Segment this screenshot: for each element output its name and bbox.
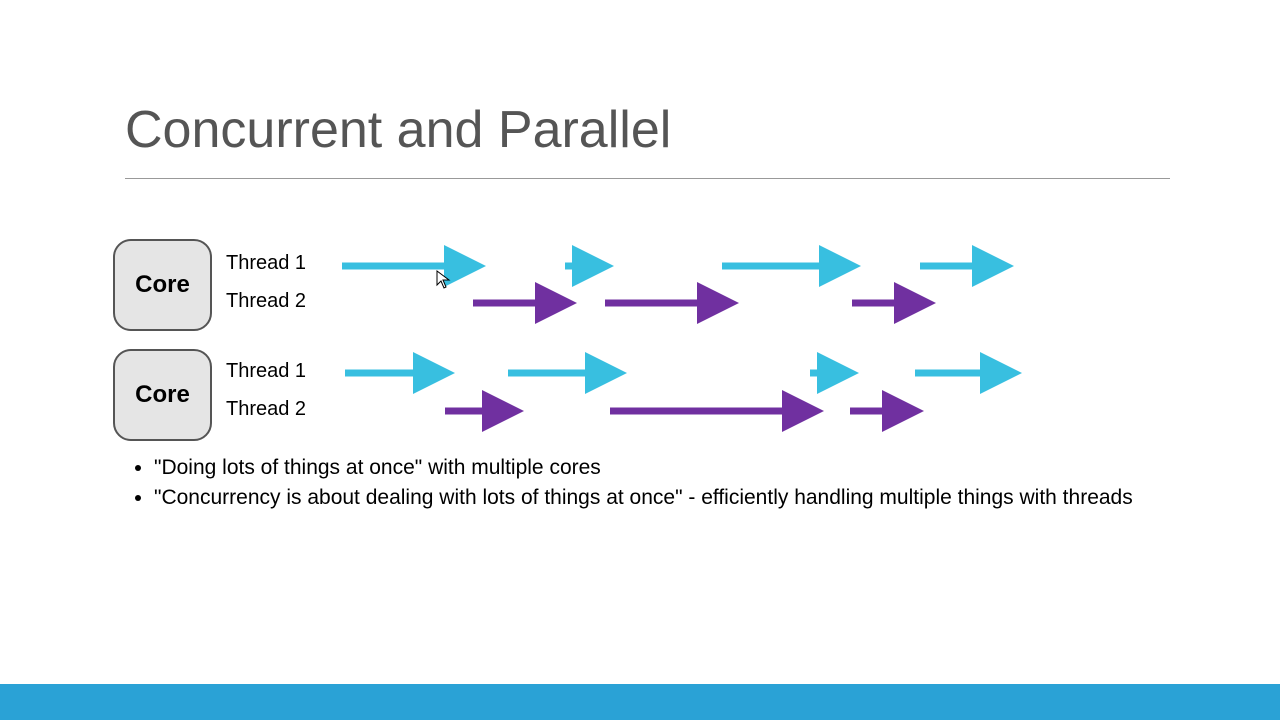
thread-label-1-2: Thread 2 [226, 290, 306, 313]
core-box-2: Core [113, 349, 212, 441]
slide-title: Concurrent and Parallel [125, 100, 671, 160]
thread-label-2-1: Thread 1 [226, 360, 306, 383]
thread-label-2-2: Thread 2 [226, 398, 306, 421]
cursor-icon [436, 270, 452, 290]
core-box-1: Core [113, 239, 212, 331]
thread-label-1-1: Thread 1 [226, 252, 306, 275]
slide: Concurrent and Parallel Core Thread 1 Th… [0, 0, 1280, 720]
bullet-item: "Concurrency is about dealing with lots … [154, 484, 1160, 512]
bullet-list: "Doing lots of things at once" with mult… [120, 454, 1160, 515]
footer-bar [0, 684, 1280, 720]
bullet-item: "Doing lots of things at once" with mult… [154, 454, 1160, 482]
title-underline [125, 178, 1170, 179]
